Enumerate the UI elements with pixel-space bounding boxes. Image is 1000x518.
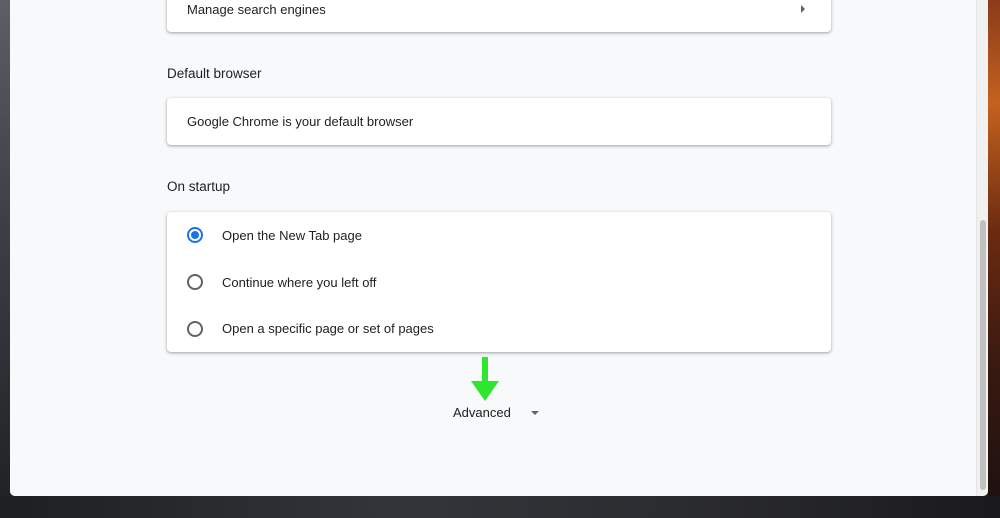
on-startup-heading: On startup bbox=[167, 179, 231, 194]
startup-option-continue[interactable]: Continue where you left off bbox=[167, 259, 831, 306]
startup-option-new-tab[interactable]: Open the New Tab page bbox=[167, 212, 831, 259]
advanced-label: Advanced bbox=[453, 405, 511, 420]
scrollbar-thumb[interactable] bbox=[980, 220, 986, 490]
startup-option-label: Open the New Tab page bbox=[222, 227, 362, 243]
manage-search-engines-row[interactable]: Manage search engines bbox=[167, 0, 831, 32]
desktop-wallpaper-edge bbox=[988, 0, 1000, 518]
startup-option-specific-pages[interactable]: Open a specific page or set of pages bbox=[167, 305, 831, 352]
caret-down-icon bbox=[530, 410, 539, 415]
default-browser-row: Google Chrome is your default browser bbox=[167, 98, 831, 145]
radio-selected-icon[interactable] bbox=[187, 227, 203, 244]
vertical-scrollbar[interactable] bbox=[976, 0, 988, 496]
advanced-toggle-button[interactable]: Advanced bbox=[453, 405, 539, 420]
chevron-right-icon bbox=[801, 5, 805, 13]
search-engine-card: Manage search engines bbox=[167, 0, 831, 32]
settings-page: Manage search engines Default browser Go… bbox=[10, 0, 976, 496]
startup-option-label: Open a specific page or set of pages bbox=[222, 321, 434, 337]
default-browser-heading: Default browser bbox=[167, 66, 262, 81]
manage-search-engines-label: Manage search engines bbox=[187, 1, 326, 17]
desktop-wallpaper-bottom bbox=[0, 496, 1000, 518]
radio-unselected-icon[interactable] bbox=[187, 274, 203, 291]
startup-option-label: Continue where you left off bbox=[222, 274, 377, 290]
browser-window: Manage search engines Default browser Go… bbox=[10, 0, 988, 496]
on-startup-card: Open the New Tab page Continue where you… bbox=[167, 212, 831, 352]
radio-unselected-icon[interactable] bbox=[187, 320, 203, 337]
annotation-down-arrow-icon bbox=[471, 357, 499, 401]
default-browser-status: Google Chrome is your default browser bbox=[187, 114, 414, 129]
default-browser-card: Google Chrome is your default browser bbox=[167, 98, 831, 145]
